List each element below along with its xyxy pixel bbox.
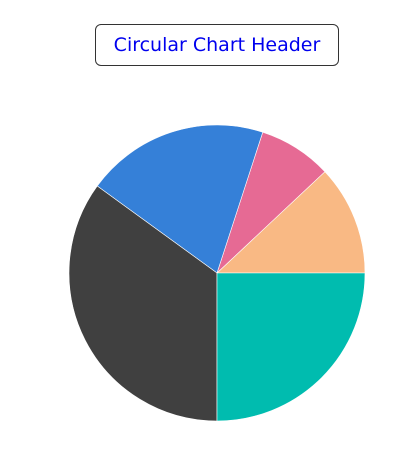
pie-slice-5[interactable] (216, 272, 366, 422)
pie-chart (68, 124, 366, 422)
pie-slices (68, 124, 366, 422)
